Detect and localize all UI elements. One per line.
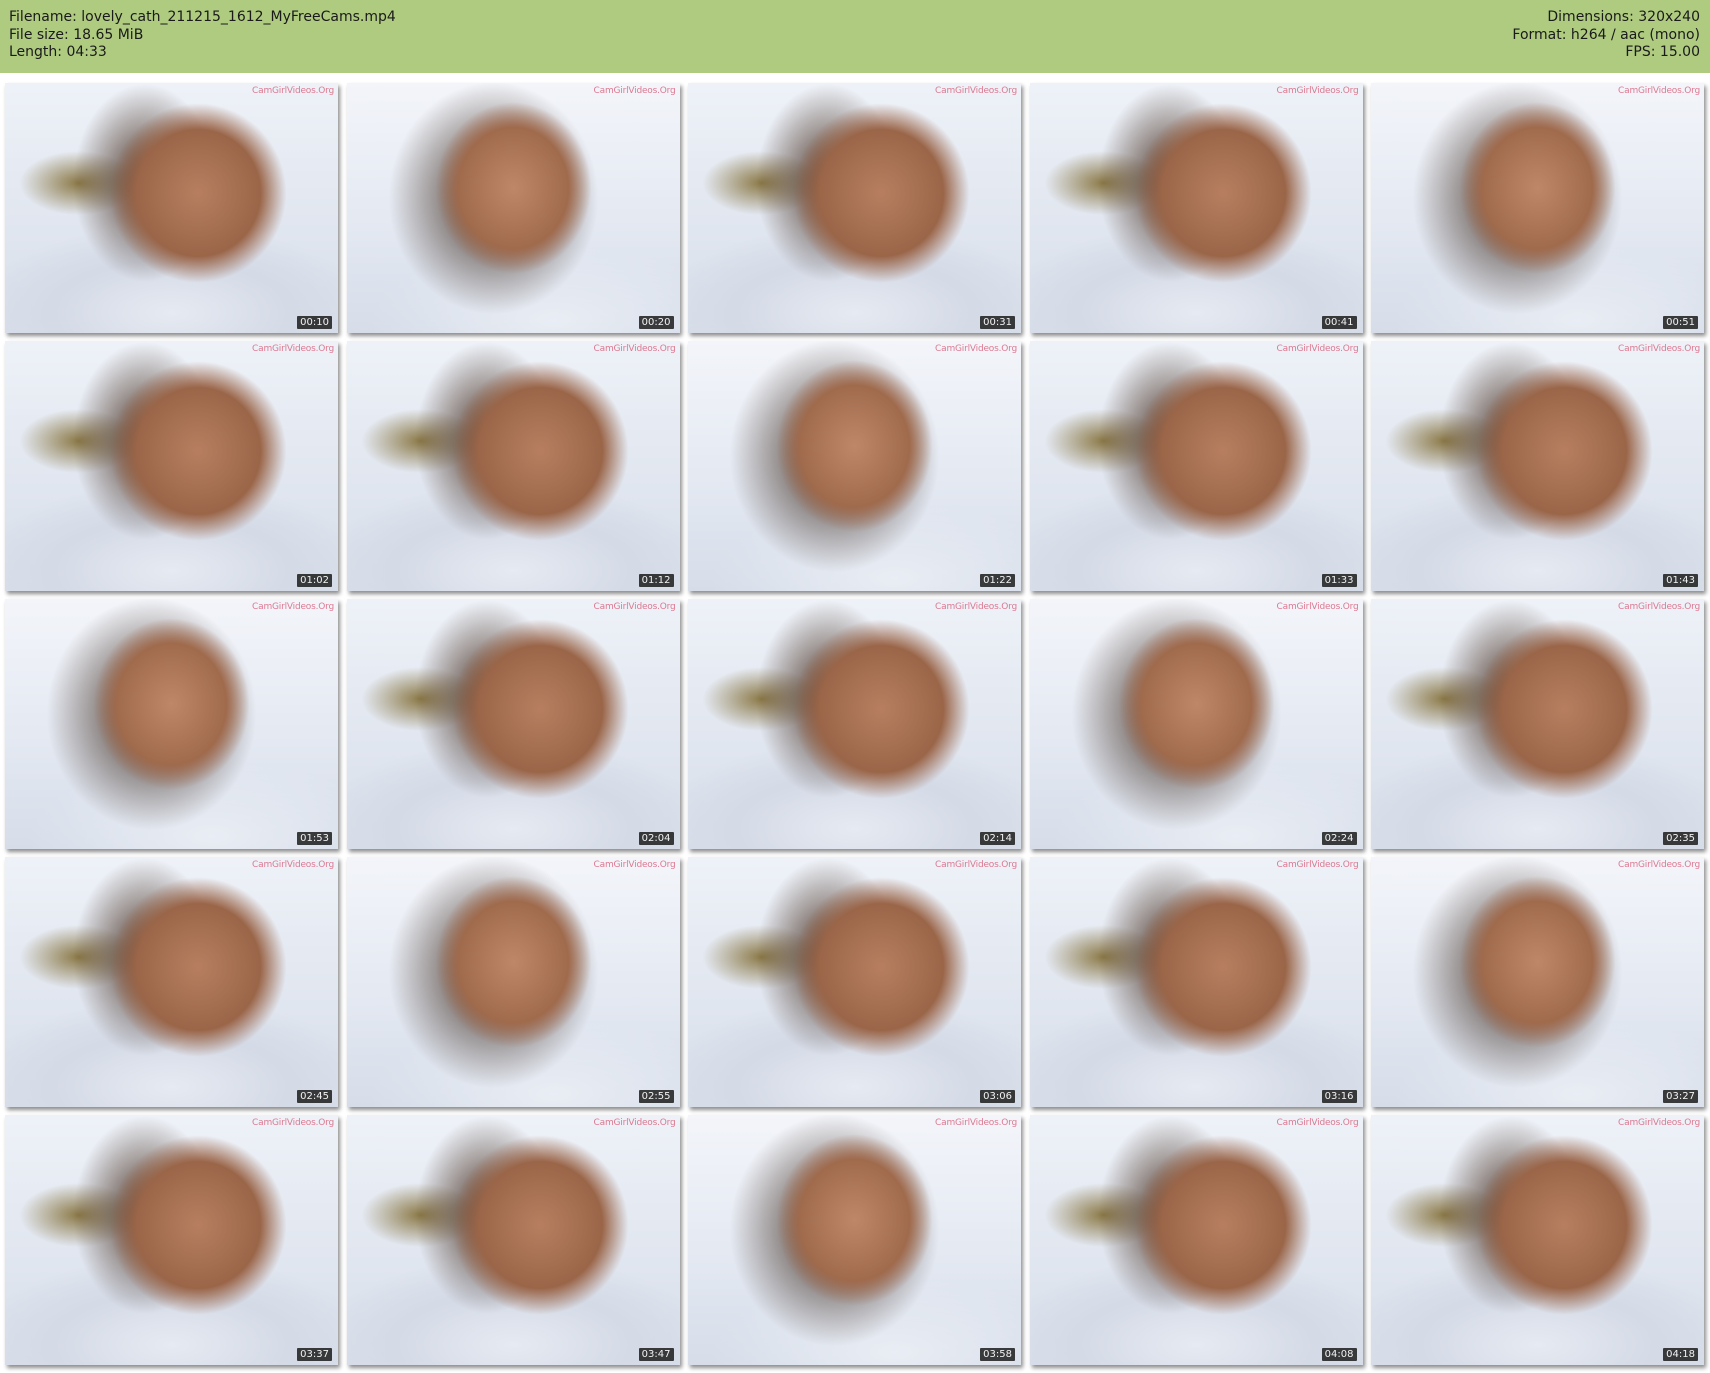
video-frame-thumbnail[interactable]: CamGirlVideos.Org 04:08 (1029, 1115, 1363, 1365)
video-frame-thumbnail[interactable]: CamGirlVideos.Org 03:37 (5, 1115, 338, 1365)
watermark-text: CamGirlVideos.Org (1618, 1118, 1700, 1128)
video-frame-thumbnail[interactable]: CamGirlVideos.Org 02:24 (1029, 599, 1363, 849)
timestamp-label: 03:58 (980, 1348, 1015, 1361)
video-frame-thumbnail[interactable]: CamGirlVideos.Org 03:58 (688, 1115, 1021, 1365)
watermark-text: CamGirlVideos.Org (593, 344, 676, 354)
timestamp-label: 00:51 (1663, 316, 1698, 329)
watermark-text: CamGirlVideos.Org (1618, 86, 1700, 96)
watermark-text: CamGirlVideos.Org (593, 1118, 676, 1128)
video-frame-thumbnail[interactable]: CamGirlVideos.Org 02:45 (5, 857, 338, 1107)
watermark-text: CamGirlVideos.Org (252, 86, 334, 96)
watermark-text: CamGirlVideos.Org (935, 602, 1017, 612)
watermark-text: CamGirlVideos.Org (252, 344, 334, 354)
timestamp-label: 04:18 (1663, 1348, 1698, 1361)
watermark-text: CamGirlVideos.Org (252, 860, 334, 870)
watermark-text: CamGirlVideos.Org (935, 1118, 1017, 1128)
timestamp-label: 03:16 (1321, 1090, 1357, 1103)
video-frame-thumbnail[interactable]: CamGirlVideos.Org 00:31 (688, 83, 1021, 333)
watermark-text: CamGirlVideos.Org (1276, 344, 1359, 354)
timestamp-label: 01:43 (1663, 574, 1698, 587)
timestamp-label: 02:55 (638, 1090, 674, 1103)
watermark-text: CamGirlVideos.Org (1618, 860, 1700, 870)
video-frame-thumbnail[interactable]: CamGirlVideos.Org 03:47 (346, 1115, 680, 1365)
watermark-text: CamGirlVideos.Org (1276, 1118, 1359, 1128)
timestamp-label: 00:20 (638, 316, 674, 329)
watermark-text: CamGirlVideos.Org (593, 86, 676, 96)
timestamp-label: 04:08 (1321, 1348, 1357, 1361)
video-frame-thumbnail[interactable]: CamGirlVideos.Org 03:27 (1371, 857, 1704, 1107)
timestamp-label: 03:37 (297, 1348, 332, 1361)
watermark-text: CamGirlVideos.Org (935, 344, 1017, 354)
video-frame-thumbnail[interactable]: CamGirlVideos.Org 03:06 (688, 857, 1021, 1107)
video-frame-thumbnail[interactable]: CamGirlVideos.Org 01:33 (1029, 341, 1363, 591)
video-frame-thumbnail[interactable]: CamGirlVideos.Org 02:04 (346, 599, 680, 849)
dimensions-text: Dimensions: 320x240 (1547, 9, 1700, 25)
format-text: Format: h264 / aac (mono) (1512, 26, 1700, 43)
timestamp-label: 03:47 (638, 1348, 674, 1361)
video-frame-thumbnail[interactable]: CamGirlVideos.Org 02:35 (1371, 599, 1704, 849)
watermark-text: CamGirlVideos.Org (1618, 344, 1700, 354)
header-right-info: Dimensions: 320x240 Format: h264 / aac (… (1512, 9, 1700, 62)
watermark-text: CamGirlVideos.Org (1276, 602, 1359, 612)
watermark-text: CamGirlVideos.Org (252, 1118, 334, 1128)
timestamp-label: 01:33 (1321, 574, 1357, 587)
timestamp-label: 02:24 (1321, 832, 1357, 845)
video-frame-thumbnail[interactable]: CamGirlVideos.Org 02:55 (346, 857, 680, 1107)
timestamp-label: 02:35 (1663, 832, 1698, 845)
thumbnail-grid: CamGirlVideos.Org 00:10 CamGirlVideos.Org 0… (5, 83, 1704, 1365)
info-header: Filename: lovely_cath_211215_1612_MyFree… (0, 0, 1710, 73)
watermark-text: CamGirlVideos.Org (1276, 86, 1359, 96)
timestamp-label: 03:27 (1663, 1090, 1698, 1103)
watermark-text: CamGirlVideos.Org (593, 860, 676, 870)
timestamp-label: 00:10 (297, 316, 332, 329)
video-frame-thumbnail[interactable]: CamGirlVideos.Org 00:41 (1029, 83, 1363, 333)
video-frame-thumbnail[interactable]: CamGirlVideos.Org 00:51 (1371, 83, 1704, 333)
video-frame-thumbnail[interactable]: CamGirlVideos.Org 01:53 (5, 599, 338, 849)
video-frame-thumbnail[interactable]: CamGirlVideos.Org 01:43 (1371, 341, 1704, 591)
video-frame-thumbnail[interactable]: CamGirlVideos.Org 01:02 (5, 341, 338, 591)
timestamp-label: 03:06 (980, 1090, 1015, 1103)
timestamp-label: 02:45 (297, 1090, 332, 1103)
video-frame-thumbnail[interactable]: CamGirlVideos.Org 03:16 (1029, 857, 1363, 1107)
timestamp-label: 02:14 (980, 832, 1015, 845)
watermark-text: CamGirlVideos.Org (935, 86, 1017, 96)
video-frame-thumbnail[interactable]: CamGirlVideos.Org 01:12 (346, 341, 680, 591)
video-frame-thumbnail[interactable]: CamGirlVideos.Org 00:10 (5, 83, 338, 333)
filename-text: Filename: lovely_cath_211215_1612_MyFree… (9, 9, 396, 25)
timestamp-label: 01:22 (980, 574, 1015, 587)
length-text: Length: 04:33 (9, 44, 107, 60)
timestamp-label: 01:12 (638, 574, 674, 587)
timestamp-label: 01:02 (297, 574, 332, 587)
watermark-text: CamGirlVideos.Org (252, 602, 334, 612)
video-frame-thumbnail[interactable]: CamGirlVideos.Org 01:22 (688, 341, 1021, 591)
watermark-text: CamGirlVideos.Org (593, 602, 676, 612)
fps-text: FPS: 15.00 (1625, 44, 1700, 60)
timestamp-label: 01:53 (297, 832, 332, 845)
watermark-text: CamGirlVideos.Org (1276, 860, 1359, 870)
timestamp-label: 02:04 (638, 832, 674, 845)
video-frame-thumbnail[interactable]: CamGirlVideos.Org 02:14 (688, 599, 1021, 849)
video-frame-thumbnail[interactable]: CamGirlVideos.Org 00:20 (346, 83, 680, 333)
timestamp-label: 00:41 (1321, 316, 1357, 329)
watermark-text: CamGirlVideos.Org (935, 860, 1017, 870)
video-frame-thumbnail[interactable]: CamGirlVideos.Org 04:18 (1371, 1115, 1704, 1365)
header-left-info: Filename: lovely_cath_211215_1612_MyFree… (9, 9, 396, 62)
timestamp-label: 00:31 (980, 316, 1015, 329)
watermark-text: CamGirlVideos.Org (1618, 602, 1700, 612)
filesize-text: File size: 18.65 MiB (9, 26, 144, 43)
